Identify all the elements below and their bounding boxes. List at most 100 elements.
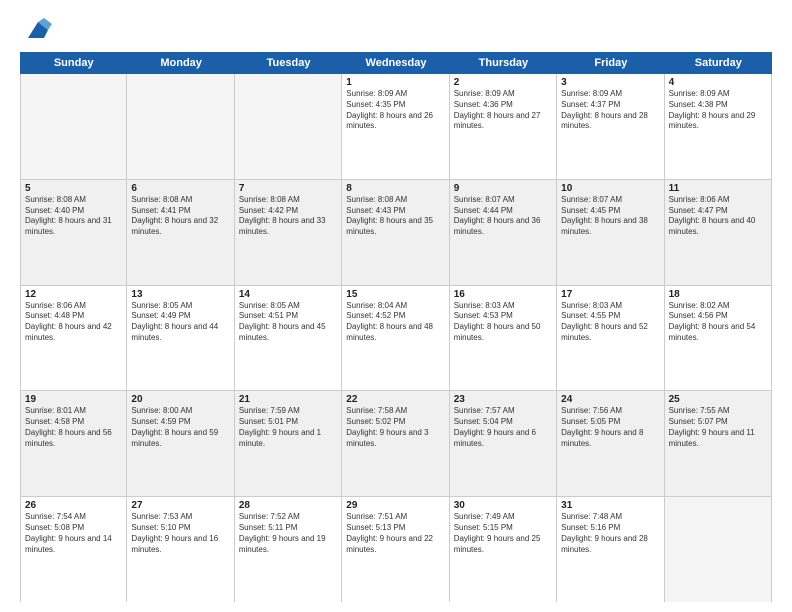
day-number: 29 [346,500,444,511]
calendar-row: 1Sunrise: 8:09 AM Sunset: 4:35 PM Daylig… [20,74,772,180]
day-number: 30 [454,500,552,511]
calendar-cell: 25Sunrise: 7:55 AM Sunset: 5:07 PM Dayli… [665,391,772,496]
calendar-cell: 15Sunrise: 8:04 AM Sunset: 4:52 PM Dayli… [342,286,449,391]
day-info: Sunrise: 8:06 AM Sunset: 4:47 PM Dayligh… [669,195,767,238]
calendar-cell: 6Sunrise: 8:08 AM Sunset: 4:41 PM Daylig… [127,180,234,285]
day-info: Sunrise: 8:04 AM Sunset: 4:52 PM Dayligh… [346,301,444,344]
day-info: Sunrise: 8:03 AM Sunset: 4:53 PM Dayligh… [454,301,552,344]
day-number: 21 [239,394,337,405]
weekday-header: Sunday [20,52,127,74]
calendar-cell: 2Sunrise: 8:09 AM Sunset: 4:36 PM Daylig… [450,74,557,179]
day-number: 28 [239,500,337,511]
day-number: 8 [346,183,444,194]
day-number: 20 [131,394,229,405]
day-number: 16 [454,289,552,300]
day-number: 27 [131,500,229,511]
day-number: 18 [669,289,767,300]
day-info: Sunrise: 8:00 AM Sunset: 4:59 PM Dayligh… [131,406,229,449]
weekday-header: Friday [557,52,664,74]
calendar-row: 5Sunrise: 8:08 AM Sunset: 4:40 PM Daylig… [20,180,772,286]
day-number: 5 [25,183,122,194]
calendar-cell: 24Sunrise: 7:56 AM Sunset: 5:05 PM Dayli… [557,391,664,496]
day-number: 2 [454,77,552,88]
calendar-cell: 1Sunrise: 8:09 AM Sunset: 4:35 PM Daylig… [342,74,449,179]
day-info: Sunrise: 8:08 AM Sunset: 4:42 PM Dayligh… [239,195,337,238]
day-info: Sunrise: 8:02 AM Sunset: 4:56 PM Dayligh… [669,301,767,344]
day-number: 11 [669,183,767,194]
day-info: Sunrise: 8:05 AM Sunset: 4:49 PM Dayligh… [131,301,229,344]
calendar-cell: 4Sunrise: 8:09 AM Sunset: 4:38 PM Daylig… [665,74,772,179]
calendar-cell: 18Sunrise: 8:02 AM Sunset: 4:56 PM Dayli… [665,286,772,391]
calendar-cell: 28Sunrise: 7:52 AM Sunset: 5:11 PM Dayli… [235,497,342,602]
weekday-header: Wednesday [342,52,449,74]
calendar-cell: 11Sunrise: 8:06 AM Sunset: 4:47 PM Dayli… [665,180,772,285]
day-info: Sunrise: 7:51 AM Sunset: 5:13 PM Dayligh… [346,512,444,555]
calendar-cell [20,74,127,179]
weekday-header: Monday [127,52,234,74]
day-info: Sunrise: 7:48 AM Sunset: 5:16 PM Dayligh… [561,512,659,555]
day-number: 15 [346,289,444,300]
calendar-row: 12Sunrise: 8:06 AM Sunset: 4:48 PM Dayli… [20,286,772,392]
calendar-cell: 12Sunrise: 8:06 AM Sunset: 4:48 PM Dayli… [20,286,127,391]
calendar-cell: 5Sunrise: 8:08 AM Sunset: 4:40 PM Daylig… [20,180,127,285]
day-info: Sunrise: 8:09 AM Sunset: 4:38 PM Dayligh… [669,89,767,132]
calendar-cell: 30Sunrise: 7:49 AM Sunset: 5:15 PM Dayli… [450,497,557,602]
calendar-cell: 10Sunrise: 8:07 AM Sunset: 4:45 PM Dayli… [557,180,664,285]
calendar-cell: 21Sunrise: 7:59 AM Sunset: 5:01 PM Dayli… [235,391,342,496]
weekday-header: Thursday [450,52,557,74]
day-info: Sunrise: 8:08 AM Sunset: 4:40 PM Dayligh… [25,195,122,238]
calendar-body: 1Sunrise: 8:09 AM Sunset: 4:35 PM Daylig… [20,74,772,602]
day-info: Sunrise: 8:07 AM Sunset: 4:45 PM Dayligh… [561,195,659,238]
day-info: Sunrise: 7:58 AM Sunset: 5:02 PM Dayligh… [346,406,444,449]
day-number: 25 [669,394,767,405]
logo [20,16,52,44]
weekday-header: Saturday [665,52,772,74]
calendar-cell [235,74,342,179]
day-number: 13 [131,289,229,300]
day-info: Sunrise: 7:57 AM Sunset: 5:04 PM Dayligh… [454,406,552,449]
day-info: Sunrise: 7:54 AM Sunset: 5:08 PM Dayligh… [25,512,122,555]
day-info: Sunrise: 7:53 AM Sunset: 5:10 PM Dayligh… [131,512,229,555]
day-number: 3 [561,77,659,88]
calendar-cell [127,74,234,179]
calendar: SundayMondayTuesdayWednesdayThursdayFrid… [20,52,772,602]
day-number: 9 [454,183,552,194]
day-info: Sunrise: 8:08 AM Sunset: 4:41 PM Dayligh… [131,195,229,238]
day-number: 22 [346,394,444,405]
calendar-cell: 17Sunrise: 8:03 AM Sunset: 4:55 PM Dayli… [557,286,664,391]
calendar-cell: 14Sunrise: 8:05 AM Sunset: 4:51 PM Dayli… [235,286,342,391]
day-info: Sunrise: 7:55 AM Sunset: 5:07 PM Dayligh… [669,406,767,449]
page: SundayMondayTuesdayWednesdayThursdayFrid… [0,0,792,612]
day-info: Sunrise: 8:06 AM Sunset: 4:48 PM Dayligh… [25,301,122,344]
day-info: Sunrise: 8:09 AM Sunset: 4:37 PM Dayligh… [561,89,659,132]
day-info: Sunrise: 7:49 AM Sunset: 5:15 PM Dayligh… [454,512,552,555]
calendar-cell: 7Sunrise: 8:08 AM Sunset: 4:42 PM Daylig… [235,180,342,285]
day-info: Sunrise: 8:08 AM Sunset: 4:43 PM Dayligh… [346,195,444,238]
day-number: 24 [561,394,659,405]
day-info: Sunrise: 8:05 AM Sunset: 4:51 PM Dayligh… [239,301,337,344]
calendar-cell: 8Sunrise: 8:08 AM Sunset: 4:43 PM Daylig… [342,180,449,285]
calendar-cell: 9Sunrise: 8:07 AM Sunset: 4:44 PM Daylig… [450,180,557,285]
calendar-row: 26Sunrise: 7:54 AM Sunset: 5:08 PM Dayli… [20,497,772,602]
calendar-cell: 29Sunrise: 7:51 AM Sunset: 5:13 PM Dayli… [342,497,449,602]
calendar-cell: 22Sunrise: 7:58 AM Sunset: 5:02 PM Dayli… [342,391,449,496]
day-info: Sunrise: 7:59 AM Sunset: 5:01 PM Dayligh… [239,406,337,449]
day-info: Sunrise: 8:09 AM Sunset: 4:35 PM Dayligh… [346,89,444,132]
day-number: 23 [454,394,552,405]
calendar-cell: 20Sunrise: 8:00 AM Sunset: 4:59 PM Dayli… [127,391,234,496]
day-info: Sunrise: 8:01 AM Sunset: 4:58 PM Dayligh… [25,406,122,449]
calendar-cell: 16Sunrise: 8:03 AM Sunset: 4:53 PM Dayli… [450,286,557,391]
day-number: 10 [561,183,659,194]
calendar-cell: 13Sunrise: 8:05 AM Sunset: 4:49 PM Dayli… [127,286,234,391]
weekday-header: Tuesday [235,52,342,74]
calendar-cell: 31Sunrise: 7:48 AM Sunset: 5:16 PM Dayli… [557,497,664,602]
calendar-cell: 26Sunrise: 7:54 AM Sunset: 5:08 PM Dayli… [20,497,127,602]
calendar-cell [665,497,772,602]
day-number: 6 [131,183,229,194]
calendar-row: 19Sunrise: 8:01 AM Sunset: 4:58 PM Dayli… [20,391,772,497]
day-number: 12 [25,289,122,300]
day-number: 1 [346,77,444,88]
header [20,16,772,44]
calendar-cell: 23Sunrise: 7:57 AM Sunset: 5:04 PM Dayli… [450,391,557,496]
day-info: Sunrise: 7:56 AM Sunset: 5:05 PM Dayligh… [561,406,659,449]
